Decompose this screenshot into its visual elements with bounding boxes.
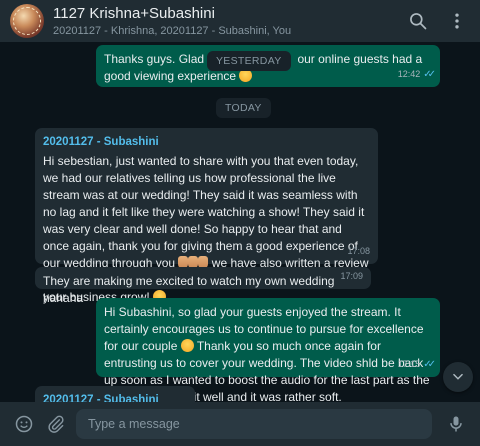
composer	[0, 402, 480, 446]
message-text: Hi sebestian, just wanted to share with …	[43, 154, 365, 270]
date-chip-today: TODAY	[216, 98, 271, 118]
message-incoming[interactable]: They are making me excited to watch my o…	[35, 267, 371, 305]
chat-title: 1127 Krishna+Subashini	[53, 5, 215, 22]
menu-icon[interactable]	[447, 11, 467, 31]
message-outgoing[interactable]: Hi Subashini, so glad your guests enjoye…	[96, 298, 440, 402]
attach-icon[interactable]	[46, 414, 66, 434]
read-receipt-icon: ✓✓	[423, 359, 436, 370]
message-meta: 17:08	[347, 243, 370, 260]
scroll-to-bottom-button[interactable]	[443, 362, 473, 392]
message-meta: 12:42 ✓✓	[397, 66, 436, 83]
message-time: 17:08	[347, 246, 370, 256]
group-avatar[interactable]	[10, 4, 44, 38]
mic-icon[interactable]	[446, 414, 466, 434]
search-icon[interactable]	[408, 11, 428, 31]
sender-name: 20201127 - Subashini	[43, 136, 159, 148]
message-time: 12:42	[397, 69, 421, 79]
message-meta: 17:09	[340, 268, 363, 285]
chevron-down-icon	[453, 373, 463, 380]
message-input[interactable]	[76, 409, 432, 439]
message-list[interactable]: Thanks guys. Glad u gu our online guests…	[0, 42, 480, 402]
message-time: 17:15	[397, 359, 421, 369]
date-chip-yesterday: YESTERDAY	[207, 51, 291, 71]
chat-header-info[interactable]: 1127 Krishna+Subashini 20201127 - Khrish…	[53, 5, 291, 37]
emoji-icon[interactable]	[14, 414, 34, 434]
message-incoming[interactable]: 20201127 - Subashini Hi sebestian, just …	[35, 128, 378, 304]
chat-header: 1127 Krishna+Subashini 20201127 - Khrish…	[0, 0, 480, 42]
message-meta: 17:15 ✓✓	[397, 356, 436, 373]
smile-emoji-icon	[180, 339, 194, 352]
sender-name: 20201127 - Subashini	[43, 394, 159, 402]
message-incoming[interactable]: 20201127 - Subashini	[35, 386, 195, 402]
read-receipt-icon: ✓✓	[423, 69, 436, 80]
chat-participants: 20201127 - Khrishna, 20201127 - Subashin…	[53, 25, 292, 37]
message-time: 17:09	[340, 271, 363, 281]
